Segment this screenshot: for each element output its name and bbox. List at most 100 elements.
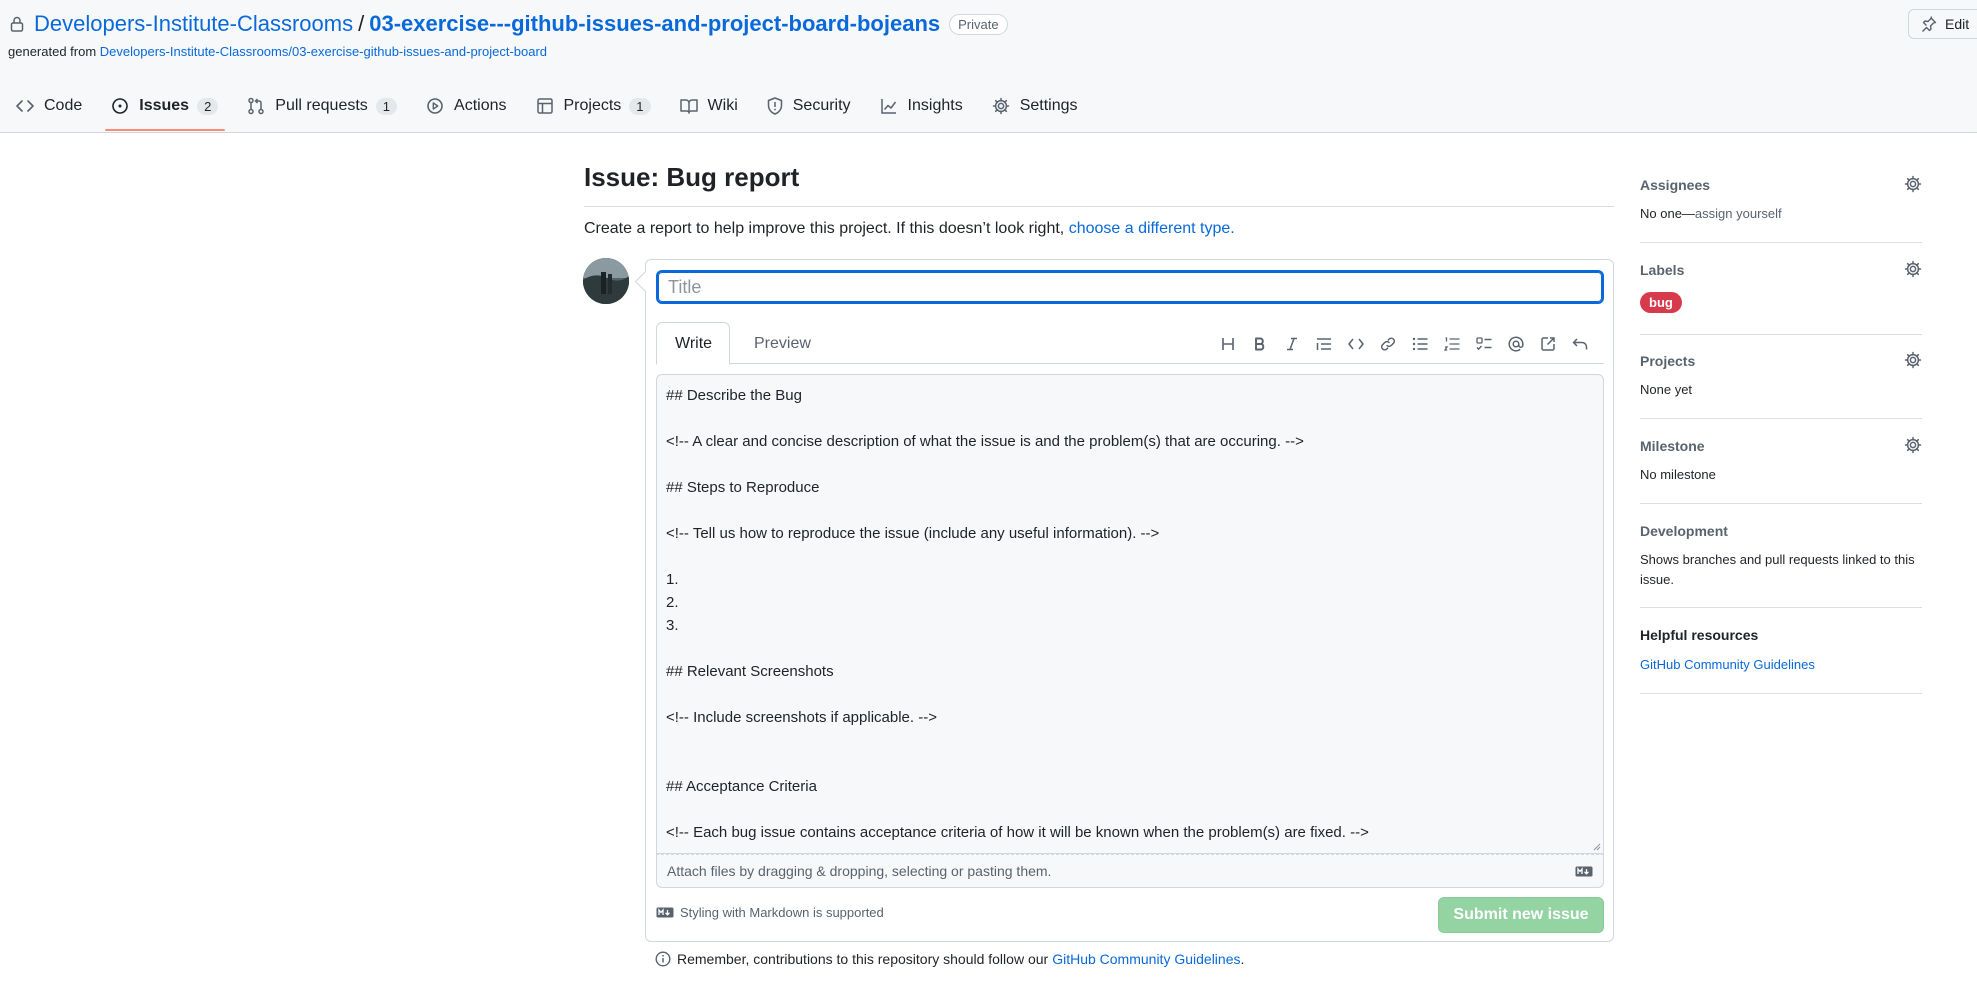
tab-issues-label: Issues xyxy=(139,97,190,114)
resources-guidelines-link[interactable]: GitHub Community Guidelines xyxy=(1640,657,1815,672)
submit-new-issue-button[interactable]: Submit new issue xyxy=(1438,897,1604,933)
choose-different-type-link[interactable]: choose a different type. xyxy=(1069,220,1235,237)
repo-owner-link[interactable]: Developers-Institute-Classrooms xyxy=(34,11,353,37)
development-value: Shows branches and pull requests linked … xyxy=(1640,552,1915,587)
editor-line: <!-- Each bug issue contains acceptance … xyxy=(666,824,1369,841)
avatar[interactable] xyxy=(583,258,629,304)
visibility-badge: Private xyxy=(949,13,1008,35)
editor-tabs: Write Preview xyxy=(656,322,1604,365)
milestone-heading: Milestone xyxy=(1640,438,1705,454)
cross-reference-icon[interactable] xyxy=(1532,332,1564,356)
labels-gear-icon[interactable] xyxy=(1904,260,1922,278)
projects-gear-icon[interactable] xyxy=(1904,351,1922,369)
editor-line: 2. xyxy=(666,594,679,611)
tab-projects[interactable]: Projects 1 xyxy=(520,86,664,126)
assignees-gear-icon[interactable] xyxy=(1904,175,1922,193)
generated-prefix: generated from xyxy=(8,44,97,59)
code-icon[interactable] xyxy=(1340,332,1372,356)
markdown-supported-note: Styling with Markdown is supported xyxy=(656,905,884,920)
code-icon xyxy=(16,98,44,114)
play-icon xyxy=(426,97,454,115)
repo-nav: Code Issues 2 Pull requests 1 Actions Pr… xyxy=(0,86,1091,132)
assignees-value: No one—assign yourself xyxy=(1640,204,1782,224)
editor-line: 1. xyxy=(666,571,679,588)
markdown-toolbar xyxy=(1212,332,1596,356)
generated-from: generated from Developers-Institute-Clas… xyxy=(8,44,547,59)
page-title: Issue: Bug report xyxy=(584,162,800,192)
attach-files-bar[interactable]: Attach files by dragging & dropping, sel… xyxy=(656,854,1604,888)
repo-separator: / xyxy=(358,11,365,36)
remember-end: . xyxy=(1240,951,1245,967)
ordered-list-icon[interactable] xyxy=(1436,332,1468,356)
sidebar-assignees: Assignees No one—assign yourself xyxy=(1640,175,1922,243)
development-heading: Development xyxy=(1640,523,1728,539)
tab-issues[interactable]: Issues 2 xyxy=(95,86,231,131)
undo-icon[interactable] xyxy=(1564,332,1596,356)
tab-actions[interactable]: Actions xyxy=(410,86,519,126)
sidebar-helpful-resources: Helpful resources GitHub Community Guide… xyxy=(1640,627,1922,694)
heading-icon[interactable] xyxy=(1212,332,1244,356)
issue-template-subtitle: Create a report to help improve this pro… xyxy=(584,220,1235,238)
community-guidelines-link[interactable]: GitHub Community Guidelines xyxy=(1052,951,1240,967)
tab-security-label: Security xyxy=(792,97,851,114)
tab-insights-label: Insights xyxy=(907,97,963,114)
editor-line: ## Acceptance Criteria xyxy=(666,778,817,795)
unordered-list-icon[interactable] xyxy=(1404,332,1436,356)
labels-heading: Labels xyxy=(1640,262,1685,278)
projects-heading: Projects xyxy=(1640,353,1696,369)
table-icon xyxy=(536,97,564,115)
milestone-gear-icon[interactable] xyxy=(1904,436,1922,454)
edit-label: Edit xyxy=(1945,16,1970,32)
edit-pins-button[interactable]: Edit xyxy=(1908,9,1977,39)
mention-icon[interactable] xyxy=(1500,332,1532,356)
tab-code[interactable]: Code xyxy=(0,86,95,126)
sidebar-milestone: Milestone No milestone xyxy=(1640,436,1922,504)
graph-icon xyxy=(880,97,908,115)
tab-pull-requests[interactable]: Pull requests 1 xyxy=(231,86,410,126)
issue-body-textarea[interactable]: ## Describe the Bug <!-- A clear and conc… xyxy=(656,374,1604,854)
shield-icon xyxy=(767,97,793,115)
template-repo-link[interactable]: Developers-Institute-Classrooms/03-exerc… xyxy=(100,44,547,59)
quote-icon[interactable] xyxy=(1308,332,1340,356)
tab-preview[interactable]: Preview xyxy=(736,322,829,365)
tab-insights[interactable]: Insights xyxy=(864,86,976,126)
tab-settings[interactable]: Settings xyxy=(976,86,1091,126)
tab-write[interactable]: Write xyxy=(656,322,730,365)
pull-request-icon xyxy=(247,97,275,115)
milestone-value: No milestone xyxy=(1640,467,1716,482)
issue-body-content: ## Describe the Bug <!-- A clear and conc… xyxy=(666,384,1594,844)
issue-title-input[interactable] xyxy=(656,270,1604,304)
info-icon xyxy=(655,951,677,967)
label-bug[interactable]: bug xyxy=(1640,292,1682,313)
bold-icon[interactable] xyxy=(1244,332,1276,356)
tab-security[interactable]: Security xyxy=(751,86,864,126)
editor-line: ## Relevant Screenshots xyxy=(666,663,834,680)
projects-value: None yet xyxy=(1640,382,1693,397)
tab-wiki[interactable]: Wiki xyxy=(664,86,751,126)
issues-counter: 2 xyxy=(197,97,219,115)
task-list-icon[interactable] xyxy=(1468,332,1500,356)
resize-handle-icon[interactable] xyxy=(1593,843,1601,851)
contribution-reminder: Remember, contributions to this reposito… xyxy=(655,951,1244,967)
editor-line: ## Describe the Bug xyxy=(666,387,802,404)
issue-opened-icon xyxy=(111,97,139,115)
pin-icon xyxy=(1921,16,1945,32)
gear-icon xyxy=(992,97,1020,115)
attach-files-text: Attach files by dragging & dropping, sel… xyxy=(667,863,1052,879)
assignees-none: No one— xyxy=(1640,206,1695,221)
assign-yourself-link[interactable]: assign yourself xyxy=(1695,206,1782,221)
link-icon[interactable] xyxy=(1372,332,1404,356)
sidebar-development: Development Shows branches and pull requ… xyxy=(1640,523,1922,608)
markdown-icon xyxy=(1575,866,1593,877)
repo-name-link[interactable]: 03-exercise---github-issues-and-project-… xyxy=(369,11,940,37)
subtitle-text: Create a report to help improve this pro… xyxy=(584,220,1065,237)
projects-counter: 1 xyxy=(629,97,651,115)
italic-icon[interactable] xyxy=(1276,332,1308,356)
